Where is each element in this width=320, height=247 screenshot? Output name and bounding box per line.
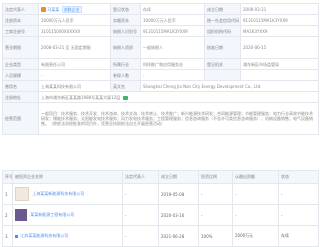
table-row[interactable]: 3 江苏某某能源科技有限公司 - 2021-06-28 100% 2000万元 … — [2, 225, 319, 247]
header-legal: 法定代表人 — [122, 170, 159, 184]
staff-size-value: - — [38, 69, 111, 81]
company-info-page: 法定代表人 马某某 关联企业 登记状态 存续 成立日期 2008-03-21 注… — [0, 0, 320, 247]
insured-value: - — [140, 69, 205, 81]
industry-value: 科技推广和应用服务业 — [140, 58, 205, 70]
row-amount: - — [232, 183, 279, 205]
info-row-1: 法定代表人 马某某 关联企业 登记状态 存续 成立日期 2008-03-21 — [2, 3, 319, 15]
company-name-link[interactable]: 上海某某新能源科技有限公司 — [32, 191, 84, 196]
label-staff-size: 人员规模 — [2, 69, 39, 81]
row-date: 2020-03-16 — [158, 204, 199, 226]
company-type-value: 有限责任公司 — [38, 58, 111, 70]
row-date: 2019-05-08 — [158, 183, 199, 205]
related-company-tag[interactable]: 关联企业 — [61, 5, 82, 13]
label-address: 注册地址 — [2, 91, 39, 103]
label-status: 登记状态 — [110, 3, 141, 15]
paid-capital-value: 10000万元人民币 — [140, 14, 205, 26]
tax-id-value: 91310115MA1K3YXX9 — [140, 25, 205, 37]
scope-value: 一般项目：技术服务、技术开发、技术咨询、技术交流、技术转让、技术推广；新兴能源技… — [38, 102, 319, 135]
label-industry: 所属行业 — [110, 58, 141, 70]
header-name: 被投资企业名称 — [12, 170, 123, 184]
info-row-2: 注册资本 10000万元人民币 实缴资本 10000万元人民币 统一社会信用代码… — [2, 14, 319, 26]
label-taxpayer: 纳税人资质 — [110, 36, 141, 59]
header-status: 状态 — [278, 170, 319, 184]
org-code-value: MA1K3YXX9 — [240, 25, 319, 37]
label-credit-code: 统一社会信用代码 — [204, 14, 241, 26]
label-approval: 核准日期 — [204, 36, 241, 59]
row-no: 3 — [2, 225, 13, 247]
header-no: 序号 — [2, 170, 13, 184]
label-tax-id: 纳税人识别号 — [110, 25, 141, 37]
row-legal: - — [122, 183, 159, 205]
header-ratio: 投资比例 — [198, 170, 233, 184]
row-ratio: 100% — [198, 225, 233, 247]
legal-rep-cell: 马某某 关联企业 — [38, 3, 111, 15]
row-status: - — [278, 204, 319, 226]
label-reg-authority: 登记机关 — [204, 58, 241, 70]
info-row-4: 营业期限 2008-03-21 至 无固定期限 纳税人资质 一般纳税人 核准日期… — [2, 36, 319, 59]
reg-authority-value: 浦东新区市场监管局 — [240, 58, 319, 70]
company-logo-icon — [15, 209, 27, 221]
label-scope: 经营范围 — [2, 102, 39, 135]
row-amount: 2000万元 — [232, 225, 279, 247]
address-cell: 上海市浦东新区某某路1988号某某大厦12层 — [38, 91, 319, 103]
reg-no-value: 310115000XXXXXX — [38, 25, 111, 37]
table-row[interactable]: 1 上海某某新能源科技有限公司 - 2019-05-08 - - - — [2, 183, 319, 205]
label-paid-capital: 实缴资本 — [110, 14, 141, 26]
founded-value: 2008-03-21 — [240, 3, 319, 15]
company-cell: 上海某某新能源科技有限公司 — [12, 183, 123, 205]
investments-header: 序号 被投资企业名称 法定代表人 成立日期 投资比例 认缴出资额 状态 — [2, 170, 319, 184]
company-logo-icon — [15, 187, 29, 201]
row-amount: - — [232, 204, 279, 226]
taxpayer-value: 一般纳税人 — [140, 36, 205, 59]
approval-value: 2020-06-15 — [240, 36, 319, 59]
row-no: 2 — [2, 204, 13, 226]
label-company-type: 企业类型 — [2, 58, 39, 70]
row-no: 1 — [2, 183, 13, 205]
company-name-link[interactable]: 江苏某某能源科技有限公司 — [20, 233, 68, 238]
row-date: 2021-06-28 — [158, 225, 199, 247]
label-reg-no: 工商注册号 — [2, 25, 39, 37]
legal-rep-name[interactable]: 马某某 — [47, 7, 59, 12]
label-reg-capital: 注册资本 — [2, 14, 39, 26]
former-name-value: 上海某某科技有限公司 — [38, 80, 111, 92]
company-name-link[interactable]: 某某新能源工程有限公司 — [30, 212, 74, 217]
row-legal: - — [122, 225, 159, 247]
map-icon[interactable] — [122, 95, 128, 100]
company-logo-icon — [15, 234, 18, 238]
info-row-8: 注册地址 上海市浦东新区某某路1988号某某大厦12层 — [2, 91, 319, 103]
label-english-name: 英文名 — [110, 80, 141, 92]
credit-code-value: 91310115MA1K3YXX9 — [240, 14, 319, 26]
investments-table: 序号 被投资企业名称 法定代表人 成立日期 投资比例 认缴出资额 状态 1 上海… — [2, 170, 319, 247]
header-amount: 认缴出资额 — [232, 170, 279, 184]
address-value: 上海市浦东新区某某路1988号某某大厦12层 — [41, 94, 121, 100]
info-row-7: 曾用名 上海某某科技有限公司 英文名 Shanghai Cheng Jia Na… — [2, 80, 319, 92]
english-name-value: Shanghai Cheng Jia Nan City Energy Devel… — [140, 80, 319, 92]
label-term: 营业期限 — [2, 36, 39, 59]
row-status: 存续 — [278, 225, 319, 247]
company-cell: 江苏某某能源科技有限公司 — [12, 225, 123, 247]
info-row-9: 经营范围 一般项目：技术服务、技术开发、技术咨询、技术交流、技术转让、技术推广；… — [2, 102, 319, 135]
label-former-name: 曾用名 — [2, 80, 39, 92]
row-status: - — [278, 183, 319, 205]
company-cell: 某某新能源工程有限公司 — [12, 204, 123, 226]
term-value: 2008-03-21 至 无固定期限 — [38, 36, 111, 59]
label-legal-rep: 法定代表人 — [2, 3, 39, 15]
person-avatar-icon — [41, 7, 46, 12]
header-date: 成立日期 — [158, 170, 199, 184]
reg-capital-value: 10000万元人民币 — [38, 14, 111, 26]
label-empty-6 — [204, 69, 241, 81]
info-row-3: 工商注册号 310115000XXXXXX 纳税人识别号 91310115MA1… — [2, 25, 319, 37]
info-row-5: 企业类型 有限责任公司 所属行业 科技推广和应用服务业 登记机关 浦东新区市场监… — [2, 58, 319, 70]
row-ratio: - — [198, 183, 233, 205]
table-row[interactable]: 2 某某新能源工程有限公司 - 2020-03-16 - - - — [2, 204, 319, 226]
info-row-6: 人员规模 - 参保人数 - — [2, 69, 319, 81]
business-info-table: 法定代表人 马某某 关联企业 登记状态 存续 成立日期 2008-03-21 注… — [2, 3, 319, 135]
empty-value-6 — [240, 69, 319, 81]
status-value: 存续 — [140, 3, 205, 15]
label-insured: 参保人数 — [110, 69, 141, 81]
label-founded: 成立日期 — [204, 3, 241, 15]
row-ratio: - — [198, 204, 233, 226]
row-legal: - — [122, 204, 159, 226]
label-org-code: 组织机构代码 — [204, 25, 241, 37]
